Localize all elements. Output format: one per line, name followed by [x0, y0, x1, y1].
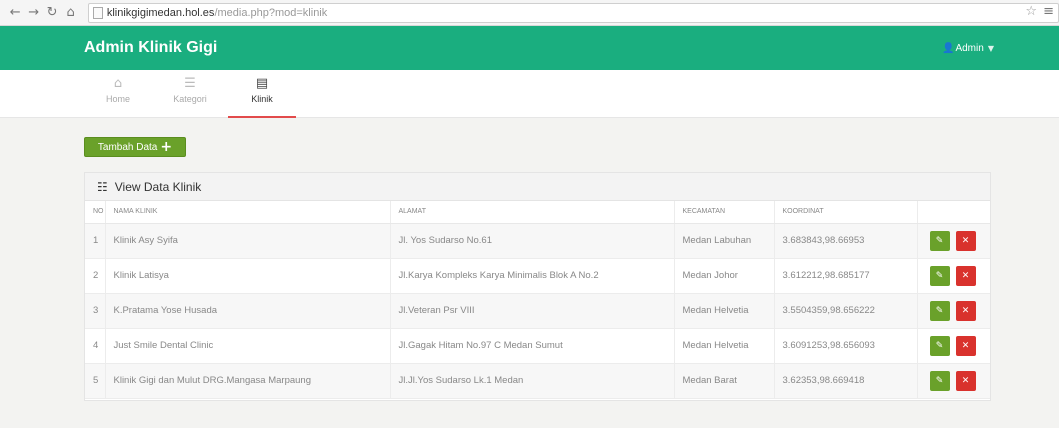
tab-kategori[interactable]: ☰ Kategori: [160, 76, 220, 104]
table-row: 1 Klinik Asy Syifa Jl. Yos Sudarso No.61…: [85, 223, 990, 259]
cell-kecamatan: Medan Barat: [674, 363, 775, 399]
cell-no: 3: [85, 293, 106, 329]
cell-kecamatan: Medan Helvetia: [674, 328, 775, 364]
cell-no: 2: [85, 258, 106, 294]
delete-icon[interactable]: ✕: [955, 230, 976, 251]
cell-koordinat: 3.683843,98.66953: [774, 223, 918, 259]
plus-icon: +: [160, 139, 173, 155]
delete-icon[interactable]: ✕: [955, 265, 976, 286]
user-menu[interactable]: 👤 Admin ▼: [942, 43, 994, 54]
tab-home[interactable]: ⌂ Home: [88, 76, 148, 104]
cell-nama: Just Smile Dental Clinic: [105, 328, 391, 364]
tab-label: Klinik: [251, 94, 273, 104]
cell-actions: ✎ ✕: [917, 328, 990, 364]
clinic-table: NO NAMA KLINIK ALAMAT KECAMATAN KOORDINA…: [85, 201, 990, 399]
list-icon: ☷: [97, 179, 108, 194]
caret-down-icon: ▼: [987, 44, 994, 53]
cell-koordinat: 3.6091253,98.656093: [774, 328, 918, 364]
clinic-data-panel: ☷ View Data Klinik NO NAMA KLINIK ALAMAT…: [84, 172, 991, 401]
column-header-actions: [917, 201, 990, 224]
table-row: 5 Klinik Gigi dan Mulut DRG.Mangasa Marp…: [85, 363, 990, 399]
cell-koordinat: 3.5504359,98.656222: [774, 293, 918, 329]
cell-alamat: Jl.Veteran Psr VIII: [390, 293, 675, 329]
column-header-kecamatan: KECAMATAN: [674, 201, 775, 224]
home-icon[interactable]: ⌂: [61, 0, 79, 26]
cell-nama: Klinik Gigi dan Mulut DRG.Mangasa Marpau…: [105, 363, 391, 399]
cell-no: 5: [85, 363, 106, 399]
browser-menu-icon[interactable]: ≡: [1043, 4, 1054, 19]
user-icon: 👤: [942, 43, 955, 54]
cell-nama: Klinik Asy Syifa: [105, 223, 391, 259]
delete-icon[interactable]: ✕: [955, 370, 976, 391]
reload-icon[interactable]: ↻: [43, 0, 61, 26]
panel-header: ☷ View Data Klinik: [85, 173, 990, 201]
table-row: 2 Klinik Latisya Jl.Karya Kompleks Karya…: [85, 258, 990, 294]
cell-no: 1: [85, 223, 106, 259]
cell-actions: ✎ ✕: [917, 258, 990, 294]
back-icon[interactable]: ←: [6, 0, 24, 26]
app-navbar: Admin Klinik Gigi 👤 Admin ▼: [0, 26, 1059, 70]
column-header-alamat: ALAMAT: [390, 201, 675, 224]
add-data-button[interactable]: Tambah Data +: [84, 137, 186, 157]
brand-title[interactable]: Admin Klinik Gigi: [84, 39, 217, 57]
edit-icon[interactable]: ✎: [929, 230, 950, 251]
cell-kecamatan: Medan Helvetia: [674, 293, 775, 329]
add-data-label: Tambah Data: [97, 141, 158, 153]
cell-kecamatan: Medan Labuhan: [674, 223, 775, 259]
table-header-row: NO NAMA KLINIK ALAMAT KECAMATAN KOORDINA…: [85, 201, 990, 224]
edit-icon[interactable]: ✎: [929, 300, 950, 321]
edit-icon[interactable]: ✎: [929, 370, 950, 391]
page-icon: [92, 6, 103, 19]
tab-bar: ⌂ Home ☰ Kategori ▤ Klinik: [0, 70, 1059, 118]
edit-icon[interactable]: ✎: [929, 265, 950, 286]
column-header-nama: NAMA KLINIK: [105, 201, 391, 224]
forward-icon[interactable]: →: [24, 0, 42, 26]
cell-koordinat: 3.612212,98.685177: [774, 258, 918, 294]
cell-koordinat: 3.62353,98.669418: [774, 363, 918, 399]
column-header-no: NO: [85, 201, 106, 224]
cell-nama: Klinik Latisya: [105, 258, 391, 294]
list-icon: ☰: [184, 76, 196, 91]
table-row: 3 K.Pratama Yose Husada Jl.Veteran Psr V…: [85, 293, 990, 329]
table-row: 4 Just Smile Dental Clinic Jl.Gagak Hita…: [85, 328, 990, 364]
cell-actions: ✎ ✕: [917, 363, 990, 399]
column-header-koordinat: KOORDINAT: [774, 201, 918, 224]
cell-alamat: Jl. Yos Sudarso No.61: [390, 223, 675, 259]
tab-klinik[interactable]: ▤ Klinik: [228, 76, 296, 118]
cell-nama: K.Pratama Yose Husada: [105, 293, 391, 329]
cell-actions: ✎ ✕: [917, 223, 990, 259]
url-host: klinikgigimedan.hol.es: [106, 6, 215, 19]
home-icon: ⌂: [113, 76, 123, 91]
browser-toolbar: ← → ↻ ⌂ klinikgigimedan.hol.es/media.php…: [0, 0, 1059, 26]
delete-icon[interactable]: ✕: [955, 335, 976, 356]
card-icon: ▤: [255, 76, 269, 91]
tab-label: Kategori: [173, 94, 207, 104]
edit-icon[interactable]: ✎: [929, 335, 950, 356]
cell-alamat: Jl.Jl.Yos Sudarso Lk.1 Medan: [390, 363, 675, 399]
cell-no: 4: [85, 328, 106, 364]
cell-alamat: Jl.Gagak Hitam No.97 C Medan Sumut: [390, 328, 675, 364]
delete-icon[interactable]: ✕: [955, 300, 976, 321]
address-bar[interactable]: klinikgigimedan.hol.es/media.php?mod=kli…: [87, 2, 1059, 23]
bookmark-star-icon[interactable]: ☆: [1025, 4, 1037, 19]
cell-alamat: Jl.Karya Kompleks Karya Minimalis Blok A…: [390, 258, 675, 294]
url-path: /media.php?mod=klinik: [214, 6, 328, 19]
cell-actions: ✎ ✕: [917, 293, 990, 329]
cell-kecamatan: Medan Johor: [674, 258, 775, 294]
tab-label: Home: [105, 94, 130, 104]
panel-title: View Data Klinik: [114, 179, 202, 194]
user-name: Admin: [955, 43, 984, 54]
